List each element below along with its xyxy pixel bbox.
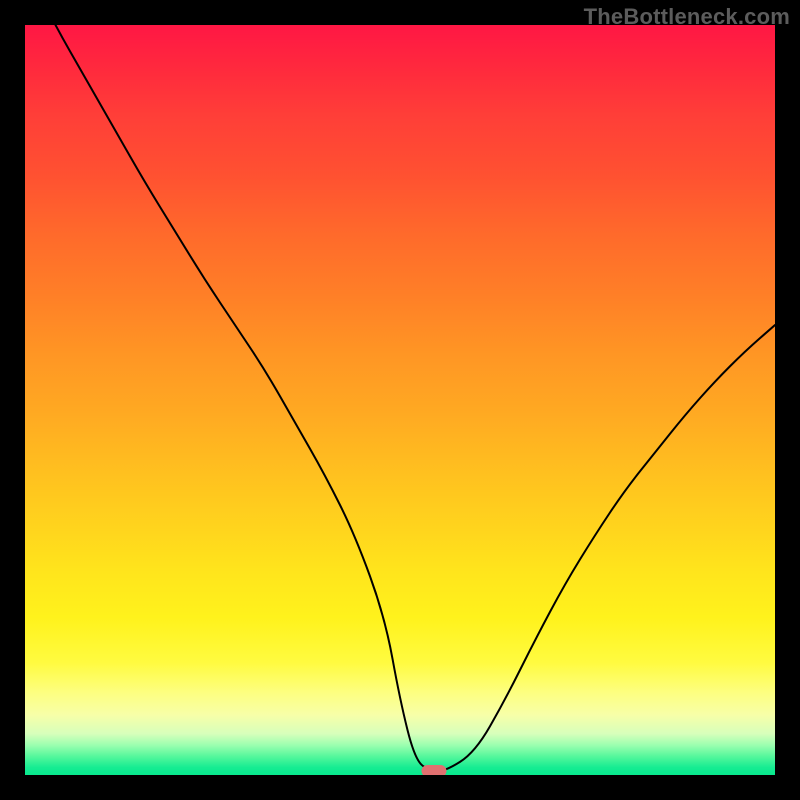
chart-frame: TheBottleneck.com <box>0 0 800 800</box>
watermark-text: TheBottleneck.com <box>584 4 790 30</box>
plot-area <box>25 25 775 775</box>
bottleneck-curve <box>25 25 775 775</box>
optimum-marker <box>421 765 446 775</box>
